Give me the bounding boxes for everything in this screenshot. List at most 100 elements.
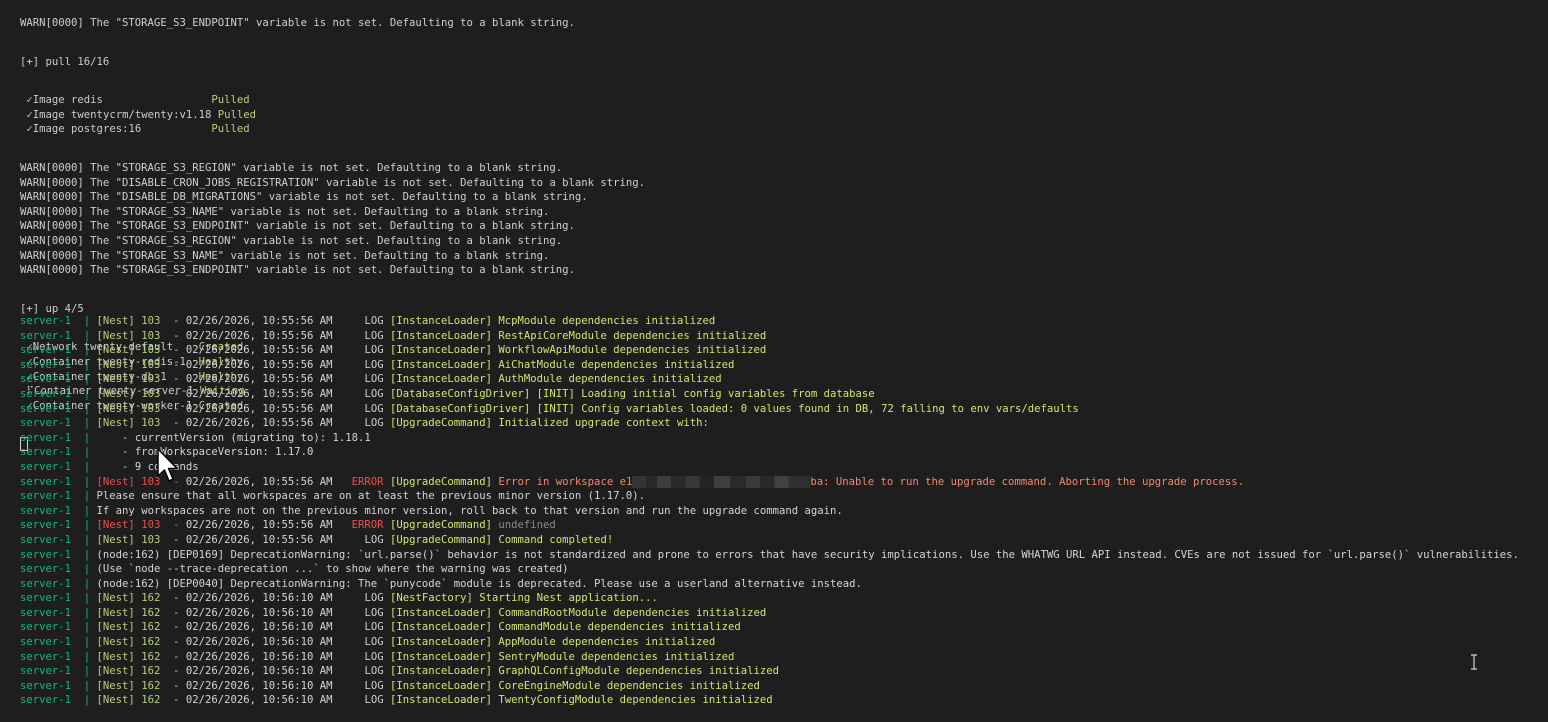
log-context: [UpgradeCommand] bbox=[389, 475, 499, 488]
service-prefix: server-1 | bbox=[20, 606, 97, 619]
image-name: Image postgres:16 bbox=[32, 123, 205, 136]
nest-pid: [Nest] 162 - bbox=[96, 606, 186, 619]
service-prefix: server-1 | bbox=[20, 315, 97, 327]
log-level: LOG bbox=[364, 373, 390, 386]
service-prefix: server-1 | bbox=[20, 621, 97, 634]
log-text: If any workspaces are not on the previou… bbox=[96, 504, 843, 517]
log-message: [INIT] Loading initial config variables … bbox=[536, 387, 875, 400]
service-prefix: server-1 | bbox=[20, 636, 97, 649]
log-text: (node:162) [DEP0169] DeprecationWarning:… bbox=[96, 548, 1519, 561]
pull-status: Pulled bbox=[217, 108, 257, 121]
log-message: AiChatModule dependencies initialized bbox=[498, 358, 735, 371]
log-timestamp: 02/26/2026, 10:56:10 AM bbox=[185, 636, 365, 649]
nest-pid: [Nest] 103 - bbox=[96, 402, 186, 415]
warn-line: WARN[0000] The "DISABLE_CRON_JOBS_REGIST… bbox=[20, 176, 646, 189]
log-message-tail: ba: Unable to run the upgrade command. A… bbox=[810, 475, 1245, 488]
log-message: CommandRootModule dependencies initializ… bbox=[498, 606, 767, 619]
log-timestamp: 02/26/2026, 10:55:56 AM bbox=[185, 315, 365, 327]
nest-pid: [Nest] 162 - bbox=[96, 621, 186, 634]
log-level: ERROR bbox=[351, 519, 390, 532]
warn-line: WARN[0000] The "DISABLE_DB_MIGRATIONS" v… bbox=[20, 191, 588, 204]
service-prefix: server-1 | bbox=[20, 592, 97, 605]
log-context: [InstanceLoader] bbox=[389, 621, 499, 634]
pulled-image-row: ✓Image redis Pulled bbox=[20, 93, 645, 108]
service-prefix: server-1 | bbox=[20, 358, 97, 371]
pull-status: Pulled bbox=[211, 123, 250, 136]
log-context: [InstanceLoader] bbox=[389, 358, 499, 371]
service-prefix: server-1 | bbox=[20, 519, 97, 532]
pull-header: [+] pull 16/16 bbox=[20, 55, 110, 68]
nest-pid: [Nest] 162 - bbox=[96, 592, 186, 605]
log-line: server-1 | - fromWorkspaceVersion: 1.17.… bbox=[20, 445, 1519, 460]
log-timestamp: 02/26/2026, 10:56:10 AM bbox=[185, 606, 365, 619]
log-level: LOG bbox=[364, 592, 390, 605]
log-line: server-1 | [Nest] 103 - 02/26/2026, 10:5… bbox=[20, 314, 1519, 329]
log-text: (Use `node --trace-deprecation ...` to s… bbox=[96, 563, 569, 576]
warn-line: WARN[0000] The "STORAGE_S3_REGION" varia… bbox=[20, 234, 563, 247]
nest-pid: [Nest] 162 - bbox=[96, 665, 186, 678]
log-text: Please ensure that all workspaces are on… bbox=[96, 490, 646, 503]
log-message: CoreEngineModule dependencies initialize… bbox=[498, 679, 760, 692]
log-timestamp: 02/26/2026, 10:56:10 AM bbox=[185, 694, 365, 707]
log-timestamp: 02/26/2026, 10:55:56 AM bbox=[185, 373, 365, 386]
service-prefix: server-1 | bbox=[20, 548, 97, 561]
log-level: LOG bbox=[364, 358, 390, 371]
service-prefix: server-1 | bbox=[20, 387, 97, 400]
log-line: server-1 | - currentVersion (migrating t… bbox=[20, 431, 1519, 446]
log-line: server-1 | [Nest] 162 - 02/26/2026, 10:5… bbox=[20, 635, 1519, 650]
nest-pid: [Nest] 162 - bbox=[96, 636, 186, 649]
log-text: - 9 commands bbox=[96, 460, 199, 473]
nest-pid: [Nest] 103 - bbox=[96, 519, 186, 532]
terminal-window[interactable]: WARN[0000] The "STORAGE_S3_ENDPOINT" var… bbox=[0, 0, 1548, 722]
log-message: undefined bbox=[498, 519, 556, 532]
log-message: Error in workspace e1 bbox=[498, 475, 633, 488]
log-text: - currentVersion (migrating to): 1.18.1 bbox=[96, 431, 371, 444]
nest-pid: [Nest] 162 - bbox=[96, 650, 186, 663]
log-level: LOG bbox=[364, 402, 390, 415]
warn-line: WARN[0000] The "STORAGE_S3_ENDPOINT" var… bbox=[20, 264, 575, 277]
log-line: server-1 | [Nest] 103 - 02/26/2026, 10:5… bbox=[20, 416, 1519, 431]
log-context: [DatabaseConfigDriver] bbox=[389, 402, 537, 415]
nest-pid: [Nest] 103 - bbox=[96, 417, 186, 430]
service-prefix: server-1 | bbox=[20, 577, 97, 590]
log-level: LOG bbox=[364, 315, 390, 327]
log-level: LOG bbox=[364, 679, 390, 692]
service-prefix: server-1 | bbox=[20, 402, 97, 415]
log-line: server-1 | [Nest] 162 - 02/26/2026, 10:5… bbox=[20, 693, 1519, 708]
log-context: [InstanceLoader] bbox=[389, 329, 499, 342]
log-line: server-1 | [Nest] 103 - 02/26/2026, 10:5… bbox=[20, 533, 1519, 548]
service-prefix: server-1 | bbox=[20, 665, 97, 678]
log-context: [UpgradeCommand] bbox=[389, 533, 499, 546]
log-message: [INIT] Config variables loaded: 0 values… bbox=[536, 402, 1079, 415]
service-prefix: server-1 | bbox=[20, 460, 97, 473]
log-message: Initialized upgrade context with: bbox=[498, 417, 709, 430]
service-prefix: server-1 | bbox=[20, 475, 97, 488]
log-message: AppModule dependencies initialized bbox=[498, 636, 716, 649]
log-context: [InstanceLoader] bbox=[389, 373, 499, 386]
log-timestamp: 02/26/2026, 10:55:56 AM bbox=[185, 402, 365, 415]
log-message: McpModule dependencies initialized bbox=[498, 315, 716, 327]
log-line: server-1 | [Nest] 162 - 02/26/2026, 10:5… bbox=[20, 679, 1519, 694]
log-line: server-1 | [Nest] 162 - 02/26/2026, 10:5… bbox=[20, 664, 1519, 679]
log-context: [InstanceLoader] bbox=[389, 665, 499, 678]
log-timestamp: 02/26/2026, 10:56:10 AM bbox=[185, 679, 365, 692]
nest-pid: [Nest] 103 - bbox=[96, 315, 186, 327]
log-timestamp: 02/26/2026, 10:55:56 AM bbox=[185, 475, 352, 488]
log-message: WorkflowApiModule dependencies initializ… bbox=[498, 344, 767, 357]
warn-line: WARN[0000] The "STORAGE_S3_NAME" variabl… bbox=[20, 205, 550, 218]
log-message: TwentyConfigModule dependencies initiali… bbox=[498, 694, 773, 707]
log-level: LOG bbox=[364, 621, 390, 634]
log-message: SentryModule dependencies initialized bbox=[498, 650, 735, 663]
log-line: server-1 | [Nest] 103 - 02/26/2026, 10:5… bbox=[20, 402, 1519, 417]
nest-pid: [Nest] 162 - bbox=[96, 694, 186, 707]
log-line: server-1 | [Nest] 103 - 02/26/2026, 10:5… bbox=[20, 387, 1519, 402]
log-timestamp: 02/26/2026, 10:55:56 AM bbox=[185, 417, 365, 430]
log-line: server-1 | Please ensure that all worksp… bbox=[20, 489, 1519, 504]
service-prefix: server-1 | bbox=[20, 563, 97, 576]
log-level: LOG bbox=[364, 694, 390, 707]
log-timestamp: 02/26/2026, 10:56:10 AM bbox=[185, 650, 365, 663]
log-line: server-1 | [Nest] 162 - 02/26/2026, 10:5… bbox=[20, 591, 1519, 606]
warn-line: WARN[0000] The "STORAGE_S3_NAME" variabl… bbox=[20, 249, 550, 262]
service-prefix: server-1 | bbox=[20, 650, 97, 663]
redacted-workspace-id bbox=[632, 475, 811, 488]
